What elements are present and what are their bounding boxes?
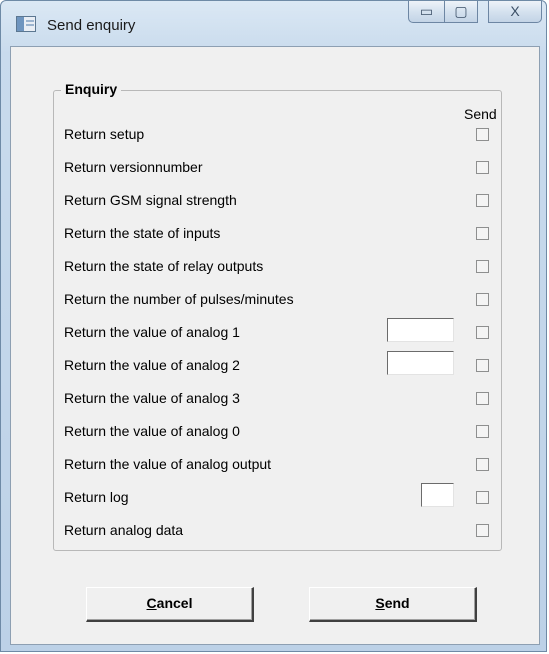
send-checkbox-relay-outputs[interactable] xyxy=(476,260,489,273)
row-label-pulses-minutes: Return the number of pulses/minutes xyxy=(64,291,294,307)
cancel-button[interactable]: Cancel xyxy=(86,587,254,622)
send-checkbox-return-setup[interactable] xyxy=(476,128,489,141)
send-checkbox-analog-2[interactable] xyxy=(476,359,489,372)
send-checkbox-analog-data[interactable] xyxy=(476,524,489,537)
send-checkbox-return-log[interactable] xyxy=(476,491,489,504)
close-icon: X xyxy=(510,3,520,19)
send-checkbox-state-of-inputs[interactable] xyxy=(476,227,489,240)
send-checkbox-pulses-minutes[interactable] xyxy=(476,293,489,306)
row-label-relay-outputs: Return the state of relay outputs xyxy=(64,258,264,274)
minimize-button[interactable]: ▭ xyxy=(408,1,445,23)
row-label-return-versionnumber: Return versionnumber xyxy=(64,159,203,175)
enquiry-group-title: Enquiry xyxy=(61,81,122,97)
send-column-header: Send xyxy=(464,106,497,122)
close-button[interactable]: X xyxy=(488,1,542,23)
send-checkbox-return-versionnumber[interactable] xyxy=(476,161,489,174)
send-checkbox-analog-3[interactable] xyxy=(476,392,489,405)
row-label-return-log: Return log xyxy=(64,489,129,505)
minimize-icon: ▭ xyxy=(419,3,434,19)
send-mnemonic: S xyxy=(375,595,385,611)
send-checkbox-analog-1[interactable] xyxy=(476,326,489,339)
row-label-return-setup: Return setup xyxy=(64,126,145,142)
row-label-analog-1: Return the value of analog 1 xyxy=(64,324,240,340)
dialog-client-area: Enquiry Send Return setup Return version… xyxy=(10,46,540,645)
cancel-mnemonic: C xyxy=(146,595,157,611)
maximize-icon: ▢ xyxy=(454,3,468,19)
analog-2-input[interactable] xyxy=(387,351,454,375)
analog-1-input[interactable] xyxy=(387,318,454,342)
row-label-analog-3: Return the value of analog 3 xyxy=(64,390,240,406)
window-title: Send enquiry xyxy=(47,17,136,34)
send-label: end xyxy=(384,595,410,611)
send-checkbox-gsm-signal[interactable] xyxy=(476,194,489,207)
send-checkbox-analog-output[interactable] xyxy=(476,458,489,471)
title-bar[interactable]: Send enquiry ▭ ▢ X xyxy=(1,1,546,47)
row-label-gsm-signal: Return GSM signal strength xyxy=(64,192,237,208)
row-label-analog-data: Return analog data xyxy=(64,522,184,538)
send-checkbox-analog-0[interactable] xyxy=(476,425,489,438)
log-input[interactable] xyxy=(421,483,454,507)
cancel-label: ancel xyxy=(156,595,193,611)
maximize-button[interactable]: ▢ xyxy=(445,1,478,23)
app-icon xyxy=(16,16,36,32)
row-label-analog-2: Return the value of analog 2 xyxy=(64,357,240,373)
send-enquiry-window: Send enquiry ▭ ▢ X Enquiry Send Return s… xyxy=(0,0,547,652)
send-button[interactable]: Send xyxy=(309,587,477,622)
row-label-analog-0: Return the value of analog 0 xyxy=(64,423,240,439)
row-label-analog-output: Return the value of analog output xyxy=(64,456,272,472)
row-label-state-of-inputs: Return the state of inputs xyxy=(64,225,221,241)
